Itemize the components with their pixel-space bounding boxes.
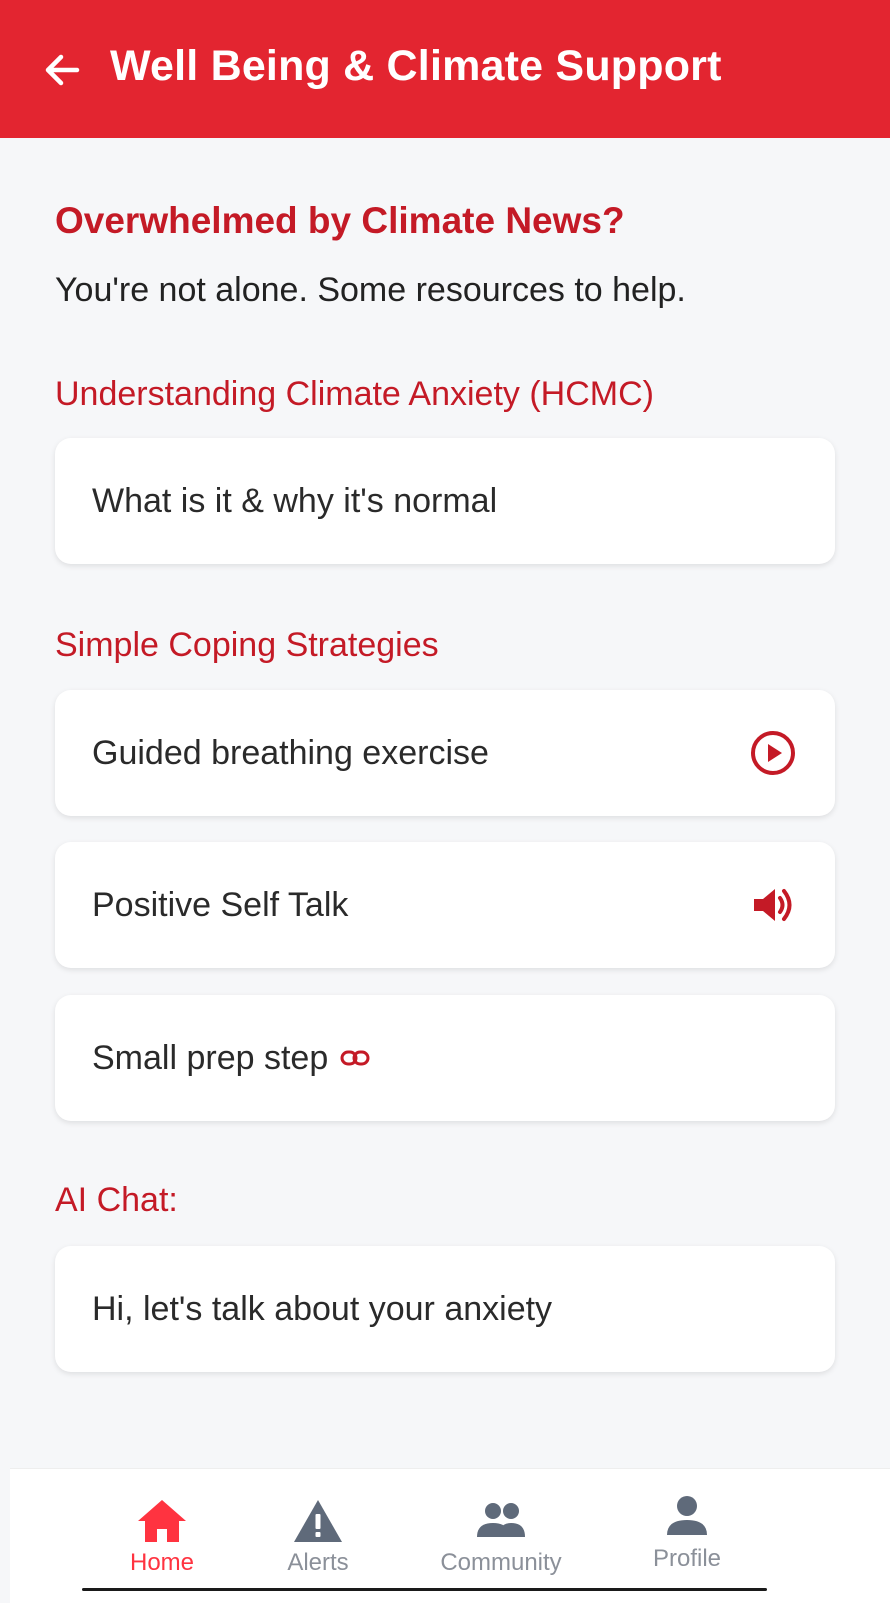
home-indicator bbox=[82, 1588, 767, 1591]
card-understanding-anxiety[interactable]: What is it & why it's normal bbox=[55, 438, 835, 564]
nav-profile[interactable]: Profile bbox=[612, 1469, 762, 1579]
intro-headline: Overwhelmed by Climate News? bbox=[55, 200, 625, 241]
home-icon bbox=[138, 1500, 186, 1542]
card-label: Positive Self Talk bbox=[92, 886, 349, 924]
app-bar: Well Being & Climate Support bbox=[0, 0, 890, 138]
card-label: Guided breathing exercise bbox=[92, 734, 489, 772]
link-icon[interactable] bbox=[340, 1048, 370, 1068]
arrow-left-icon bbox=[45, 54, 80, 86]
nav-alerts[interactable]: Alerts bbox=[243, 1469, 393, 1579]
card-ai-chat[interactable]: Hi, let's talk about your anxiety bbox=[55, 1246, 835, 1372]
card-small-prep-step[interactable]: Small prep step bbox=[55, 995, 835, 1121]
nav-label-home: Home bbox=[129, 1549, 195, 1576]
nav-label-alerts: Alerts bbox=[287, 1549, 349, 1576]
card-label: Small prep step bbox=[92, 1039, 329, 1077]
bottom-nav: Home Alerts Community Profile bbox=[10, 1468, 890, 1603]
intro-subline: You're not alone. Some resources to help… bbox=[55, 271, 686, 309]
card-label: What is it & why it's normal bbox=[92, 482, 498, 520]
nav-label-community: Community bbox=[440, 1549, 562, 1576]
nav-community[interactable]: Community bbox=[426, 1469, 576, 1579]
section-title-ai-chat: AI Chat: bbox=[55, 1181, 178, 1219]
main-content: Overwhelmed by Climate News? You're not … bbox=[0, 138, 890, 1468]
speaker-icon[interactable] bbox=[749, 881, 797, 929]
card-label: Hi, let's talk about your anxiety bbox=[92, 1290, 553, 1328]
card-positive-self-talk[interactable]: Positive Self Talk bbox=[55, 842, 835, 968]
nav-home[interactable]: Home bbox=[87, 1469, 237, 1579]
back-button[interactable] bbox=[40, 48, 84, 92]
warning-icon bbox=[294, 1500, 342, 1542]
person-icon bbox=[667, 1496, 707, 1535]
page-title: Well Being & Climate Support bbox=[110, 42, 722, 90]
section-title-understanding: Understanding Climate Anxiety (HCMC) bbox=[55, 375, 654, 413]
nav-label-profile: Profile bbox=[652, 1545, 722, 1572]
card-label-wrap: Small prep step bbox=[92, 995, 370, 1121]
people-icon bbox=[477, 1503, 525, 1537]
play-circle-icon[interactable] bbox=[749, 729, 797, 777]
section-title-coping: Simple Coping Strategies bbox=[55, 626, 439, 664]
card-guided-breathing[interactable]: Guided breathing exercise bbox=[55, 690, 835, 816]
